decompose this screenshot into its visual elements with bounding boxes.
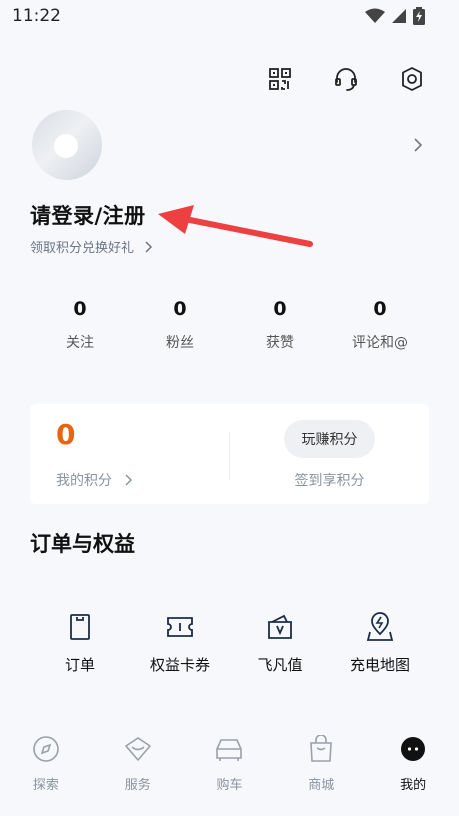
wallet-icon: [265, 612, 295, 642]
earn-points-subtitle: 签到享积分: [294, 473, 365, 489]
order-icon: [65, 612, 95, 642]
chevron-right-icon: [145, 240, 153, 253]
shortcut-label: 订单: [64, 656, 95, 674]
shortcut-charging-map[interactable]: 充电地图: [330, 612, 430, 675]
stat-value: 0: [273, 298, 287, 320]
my-points-link[interactable]: 我的积分: [56, 470, 133, 490]
profile-face-icon: [398, 734, 428, 764]
qr-code-icon[interactable]: [267, 66, 293, 92]
tab-label: 我的: [400, 778, 427, 793]
tab-label: 探索: [32, 778, 59, 793]
stat-value: 0: [73, 298, 87, 320]
stat-followers[interactable]: 0 粉丝: [130, 298, 230, 352]
signal-icon: [392, 9, 406, 23]
tab-buy-car[interactable]: 购车: [184, 728, 276, 816]
divider: [229, 432, 230, 480]
my-points-label: 我的积分: [56, 473, 112, 489]
shortcut-label: 充电地图: [349, 656, 410, 674]
stat-label: 关注: [66, 335, 94, 351]
status-bar: 11:22: [0, 0, 459, 34]
top-actions: [267, 66, 425, 92]
shortcut-feifan-value[interactable]: 飞凡值: [230, 612, 330, 675]
annotation-arrow-icon: [158, 205, 313, 247]
stat-value: 0: [373, 298, 387, 320]
stat-label: 获赞: [266, 335, 294, 351]
orders-section-title: 订单与权益: [30, 532, 135, 556]
stat-label: 粉丝: [166, 335, 194, 351]
charging-map-icon: [365, 612, 395, 642]
points-card: 0 我的积分 玩赚积分 签到享积分: [30, 404, 429, 504]
shortcut-coupons[interactable]: 权益卡券: [130, 612, 230, 675]
stat-comments-mentions[interactable]: 0 评论和@: [330, 298, 430, 352]
coupon-icon: [165, 612, 195, 642]
status-time: 11:22: [12, 6, 61, 26]
headset-icon[interactable]: [333, 66, 359, 92]
stat-label: 评论和@: [352, 335, 408, 351]
shopping-bag-icon: [306, 734, 336, 764]
bottom-tab-bar: 探索 服务 购车 商城 我的: [0, 728, 459, 816]
tab-explore[interactable]: 探索: [0, 728, 92, 816]
tab-service[interactable]: 服务: [92, 728, 184, 816]
tab-mall[interactable]: 商城: [275, 728, 367, 816]
wifi-icon: [365, 8, 385, 23]
tab-label: 服务: [124, 778, 151, 793]
shortcut-label: 飞凡值: [257, 656, 303, 674]
stat-likes[interactable]: 0 获赞: [230, 298, 330, 352]
car-icon: [214, 734, 244, 764]
earn-points-button[interactable]: 玩赚积分: [284, 420, 375, 458]
points-promo[interactable]: 领取积分兑换好礼: [30, 237, 153, 256]
tab-mine[interactable]: 我的: [367, 728, 459, 816]
service-icon: [123, 734, 153, 764]
orders-benefits-grid: 订单 权益卡券 飞凡值 充电地图: [30, 612, 430, 675]
stat-value: 0: [173, 298, 187, 320]
compass-icon: [31, 734, 61, 764]
shortcut-label: 权益卡券: [149, 656, 210, 674]
battery-icon: [413, 7, 425, 25]
login-register-link[interactable]: 请登录/注册: [30, 200, 146, 230]
shortcut-orders[interactable]: 订单: [30, 612, 130, 675]
avatar[interactable]: [32, 110, 102, 180]
stat-following[interactable]: 0 关注: [30, 298, 130, 352]
tab-label: 商城: [308, 778, 335, 793]
social-stats: 0 关注 0 粉丝 0 获赞 0 评论和@: [30, 298, 430, 352]
tab-label: 购车: [216, 778, 243, 793]
settings-icon[interactable]: [399, 66, 425, 92]
chevron-right-icon: [125, 474, 133, 486]
chevron-right-icon[interactable]: [413, 137, 423, 153]
avatar-placeholder: [54, 134, 78, 158]
my-points-value[interactable]: 0: [56, 418, 75, 451]
points-promo-text: 领取积分兑换好礼: [30, 241, 135, 256]
